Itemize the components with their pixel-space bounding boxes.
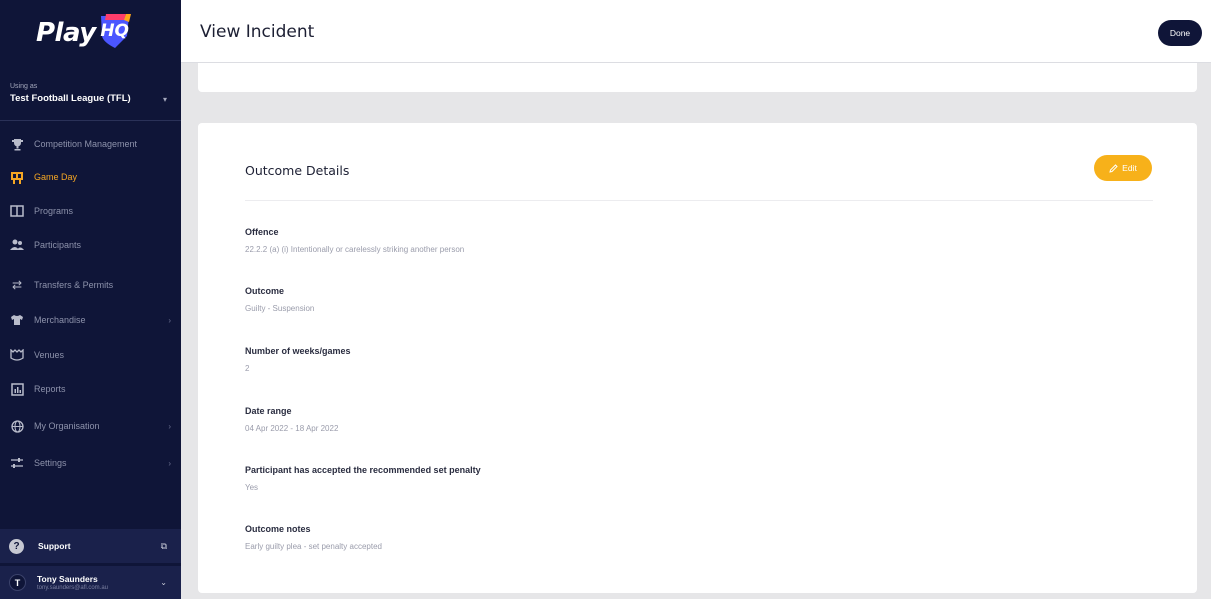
sidebar-item-settings[interactable]: Settings ›: [0, 446, 181, 480]
field-label: Outcome notes: [245, 524, 311, 534]
chevron-down-icon: ⌄: [160, 578, 167, 587]
chevron-right-icon: ›: [168, 315, 171, 325]
logo-badge-text: HQ: [100, 21, 130, 41]
using-as-label: Using as: [10, 83, 38, 90]
logo-shield-icon: HQ: [98, 12, 132, 48]
support-label: Support: [38, 541, 71, 551]
field-label: Date range: [245, 406, 292, 416]
sidebar-item-label: Merchandise: [34, 315, 86, 325]
sidebar: Play HQ Using as Test Football League (T…: [0, 0, 181, 599]
sidebar-item-participants[interactable]: Participants: [0, 228, 181, 262]
sidebar-item-competition-management[interactable]: Competition Management: [0, 127, 181, 161]
help-icon: ?: [9, 538, 24, 554]
incident-details-card: [198, 63, 1197, 92]
outcome-details-card: Outcome Details Edit Offence 22.2.2 (a) …: [198, 123, 1197, 593]
weeks-games-field: Number of weeks/games 2: [245, 346, 351, 373]
sidebar-item-game-day[interactable]: Game Day: [0, 160, 181, 194]
avatar: T: [9, 574, 26, 591]
sidebar-item-label: Transfers & Permits: [34, 280, 114, 290]
user-name: Tony Saunders: [37, 574, 98, 584]
support-link[interactable]: ? Support ⧉: [0, 529, 181, 563]
stadium-icon: [9, 347, 25, 363]
sidebar-item-my-organisation[interactable]: My Organisation ›: [0, 409, 181, 443]
sidebar-item-venues[interactable]: Venues: [0, 338, 181, 372]
transfer-icon: ⇄: [11, 278, 23, 292]
field-value: Guilty - Suspension: [245, 304, 315, 313]
sliders-icon: [9, 455, 25, 471]
shirt-icon: [9, 312, 25, 328]
field-value: 2: [245, 364, 250, 373]
field-label: Offence: [245, 227, 279, 237]
sidebar-item-label: Game Day: [34, 172, 78, 182]
edit-button[interactable]: Edit: [1094, 155, 1152, 181]
sidebar-item-label: My Organisation: [34, 421, 100, 431]
user-email: tony.saunders@afl.com.au: [37, 585, 109, 591]
field-value: 04 Apr 2022 - 18 Apr 2022: [245, 424, 339, 433]
chevron-down-icon[interactable]: ▾: [163, 95, 167, 104]
scoreboard-icon: [9, 169, 25, 185]
field-label: Number of weeks/games: [245, 346, 351, 356]
chevron-right-icon: ›: [168, 421, 171, 431]
page-header: View Incident Done: [181, 0, 1211, 63]
sidebar-item-merchandise[interactable]: Merchandise ›: [0, 303, 181, 337]
field-value: 22.2.2 (a) (i) Intentionally or careless…: [245, 245, 465, 254]
user-info: Tony Saunders tony.saunders@afl.com.au: [37, 574, 108, 591]
date-range-field: Date range 04 Apr 2022 - 18 Apr 2022: [245, 406, 338, 433]
trophy-icon: [9, 136, 25, 152]
sidebar-item-label: Participants: [34, 240, 82, 250]
offence-field: Offence 22.2.2 (a) (i) Intentionally or …: [245, 227, 464, 254]
external-link-icon: ⧉: [160, 540, 167, 551]
logo-text: Play: [36, 18, 96, 48]
outcome-field: Outcome Guilty - Suspension: [245, 286, 314, 313]
people-icon: [9, 237, 25, 253]
pencil-icon: [1109, 163, 1118, 173]
globe-icon: [9, 418, 25, 434]
page-title: View Incident: [200, 22, 315, 42]
outcome-notes-field: Outcome notes Early guilty plea - set pe…: [245, 524, 382, 551]
book-icon: [9, 203, 25, 219]
user-menu[interactable]: T Tony Saunders tony.saunders@afl.com.au…: [0, 566, 181, 599]
section-title: Outcome Details: [245, 163, 350, 178]
sidebar-item-label: Competition Management: [34, 139, 138, 149]
field-label: Outcome: [245, 286, 285, 296]
sidebar-item-reports[interactable]: Reports: [0, 372, 181, 406]
reports-icon: [9, 381, 25, 397]
sidebar-item-label: Venues: [34, 350, 65, 360]
set-penalty-field: Participant has accepted the recommended…: [245, 465, 481, 492]
divider: [245, 200, 1153, 201]
done-button[interactable]: Done: [1158, 20, 1202, 46]
field-label: Participant has accepted the recommended…: [245, 465, 481, 475]
playhq-logo[interactable]: Play HQ: [36, 14, 132, 48]
organisation-switcher[interactable]: Test Football League (TFL): [10, 93, 131, 104]
chevron-right-icon: ›: [168, 458, 171, 468]
sidebar-item-label: Settings: [34, 458, 67, 468]
sidebar-item-transfers-permits[interactable]: ⇄ Transfers & Permits: [0, 268, 181, 302]
sidebar-item-programs[interactable]: Programs: [0, 194, 181, 228]
sidebar-item-label: Programs: [34, 206, 74, 216]
divider: [0, 120, 181, 121]
sidebar-item-label: Reports: [34, 384, 66, 394]
field-value: Early guilty plea - set penalty accepted: [245, 542, 382, 551]
edit-label: Edit: [1122, 163, 1137, 173]
field-value: Yes: [245, 483, 259, 492]
